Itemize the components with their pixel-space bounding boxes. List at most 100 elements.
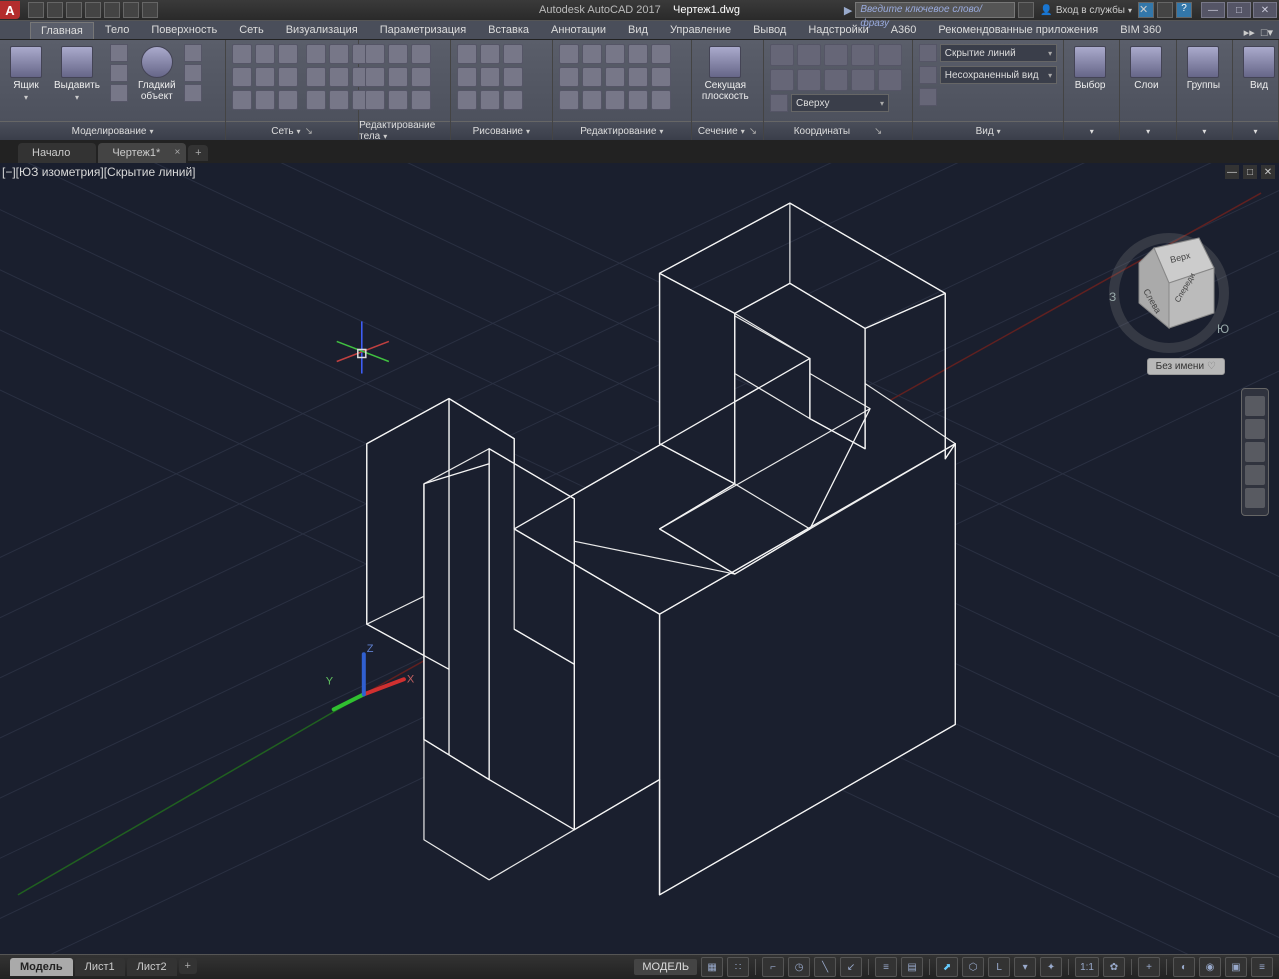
d7-icon[interactable] bbox=[457, 90, 477, 110]
top-view-icon[interactable] bbox=[770, 94, 788, 112]
tab-layout2[interactable]: Лист2 bbox=[127, 958, 177, 976]
workspace-switch[interactable]: ✿ bbox=[1103, 957, 1125, 977]
ucs1-icon[interactable] bbox=[770, 44, 794, 66]
intersect-icon[interactable] bbox=[278, 44, 298, 64]
qat-save-icon[interactable] bbox=[66, 2, 82, 18]
smooth-less-icon[interactable] bbox=[184, 64, 202, 82]
d8-icon[interactable] bbox=[480, 90, 500, 110]
clean-screen[interactable]: ▣ bbox=[1225, 957, 1247, 977]
app-logo-icon[interactable]: A bbox=[0, 1, 20, 19]
stretch-icon[interactable] bbox=[559, 90, 579, 110]
es5-icon[interactable] bbox=[388, 67, 408, 87]
add-layout-button[interactable]: + bbox=[179, 958, 197, 974]
es8-icon[interactable] bbox=[388, 90, 408, 110]
3dosnap-toggle[interactable]: ⬡ bbox=[962, 957, 984, 977]
extrude-button[interactable]: Выдавить▾ bbox=[50, 44, 104, 104]
es3-icon[interactable] bbox=[411, 44, 431, 64]
copy-icon[interactable] bbox=[559, 67, 579, 87]
hardware-accel[interactable]: ◉ bbox=[1199, 957, 1221, 977]
es7-icon[interactable] bbox=[365, 90, 385, 110]
union-icon[interactable] bbox=[232, 44, 252, 64]
circle-icon[interactable] bbox=[457, 67, 477, 87]
m7-icon[interactable] bbox=[232, 90, 252, 110]
tab-solid[interactable]: Тело bbox=[94, 21, 141, 39]
d9-icon[interactable] bbox=[503, 90, 523, 110]
ribbon-minimize-icon[interactable]: ▸▸ □▾ bbox=[1238, 26, 1279, 39]
panel-view-label[interactable]: Вид bbox=[976, 126, 1001, 137]
qat-undo-icon[interactable] bbox=[123, 2, 139, 18]
tab-output[interactable]: Вывод bbox=[742, 21, 797, 39]
fillet-icon[interactable] bbox=[605, 67, 625, 87]
tab-featured[interactable]: Рекомендованные приложения bbox=[927, 21, 1109, 39]
visual-style-dropdown[interactable]: Скрытие линий bbox=[940, 44, 1057, 62]
mod5-icon[interactable] bbox=[651, 44, 671, 64]
showmotion-icon[interactable] bbox=[1245, 488, 1265, 508]
mod9-icon[interactable] bbox=[628, 67, 648, 87]
model-view[interactable]: X Y Z bbox=[0, 163, 1279, 955]
dynamic-ucs[interactable]: L bbox=[988, 957, 1010, 977]
qat-plot-icon[interactable] bbox=[104, 2, 120, 18]
selection-button[interactable]: Выбор bbox=[1070, 44, 1110, 93]
vp-minimize-icon[interactable]: — bbox=[1225, 165, 1239, 179]
tab-mesh[interactable]: Сеть bbox=[228, 21, 274, 39]
panel-draw-label[interactable]: Рисование bbox=[473, 126, 530, 137]
help-icon[interactable]: ? bbox=[1176, 2, 1192, 18]
section-plane-button[interactable]: Секущая плоскость bbox=[698, 44, 753, 104]
isolate-objects[interactable]: ◐ bbox=[1173, 957, 1195, 977]
isodraft-toggle[interactable]: ╲ bbox=[814, 957, 836, 977]
m9-icon[interactable] bbox=[278, 90, 298, 110]
orbit-icon[interactable] bbox=[1245, 465, 1265, 485]
mod4-icon[interactable] bbox=[628, 44, 648, 64]
mod10-icon[interactable] bbox=[651, 67, 671, 87]
view-config-icon[interactable] bbox=[919, 88, 937, 106]
m17-icon[interactable] bbox=[329, 90, 349, 110]
ucs7-icon[interactable] bbox=[797, 69, 821, 91]
arc-icon[interactable] bbox=[503, 44, 523, 64]
tab-home[interactable]: Главная bbox=[30, 22, 94, 39]
add-tab-button[interactable]: + bbox=[188, 145, 208, 161]
ucs9-icon[interactable] bbox=[851, 69, 875, 91]
line-icon[interactable] bbox=[457, 44, 477, 64]
gizmo-toggle[interactable]: ✦ bbox=[1040, 957, 1062, 977]
move-icon[interactable] bbox=[559, 44, 579, 64]
tab-a360[interactable]: A360 bbox=[880, 21, 928, 39]
saved-view-dropdown[interactable]: Несохраненный вид bbox=[940, 66, 1057, 84]
revolve-icon[interactable] bbox=[110, 44, 128, 62]
ucs5-icon[interactable] bbox=[878, 44, 902, 66]
sweep-icon[interactable] bbox=[110, 84, 128, 102]
rotate-icon[interactable] bbox=[582, 44, 602, 64]
play-icon[interactable]: ▶ bbox=[844, 4, 852, 17]
tab-bim360[interactable]: BIM 360 bbox=[1109, 21, 1172, 39]
panel-coords-label[interactable]: Координаты bbox=[794, 126, 850, 137]
smooth-object-button[interactable]: Гладкий объект bbox=[134, 44, 180, 104]
ucs8-icon[interactable] bbox=[824, 69, 848, 91]
tab-parametric[interactable]: Параметризация bbox=[369, 21, 477, 39]
signin-button[interactable]: 👤 Вход в службы ▾ bbox=[1037, 5, 1135, 16]
es2-icon[interactable] bbox=[388, 44, 408, 64]
tab-manage[interactable]: Управление bbox=[659, 21, 742, 39]
tab-addins[interactable]: Надстройки bbox=[797, 21, 879, 39]
panel-modify-label[interactable]: Редактирование bbox=[580, 126, 663, 137]
panel-modeling-label[interactable]: Моделирование bbox=[72, 126, 154, 137]
pline-icon[interactable] bbox=[480, 44, 500, 64]
m5-icon[interactable] bbox=[255, 67, 275, 87]
tab-start[interactable]: Начало bbox=[18, 143, 96, 163]
m10-icon[interactable] bbox=[306, 44, 326, 64]
osnap-toggle[interactable]: ↙ bbox=[840, 957, 862, 977]
customize-status[interactable]: ≡ bbox=[1251, 957, 1273, 977]
tab-model[interactable]: Модель bbox=[10, 958, 73, 976]
selection-filter[interactable]: ▾ bbox=[1014, 957, 1036, 977]
m6-icon[interactable] bbox=[278, 67, 298, 87]
es6-icon[interactable] bbox=[411, 67, 431, 87]
annotation-scale[interactable]: 1:1 bbox=[1075, 957, 1099, 977]
loft-icon[interactable] bbox=[110, 64, 128, 82]
fullnav-icon[interactable] bbox=[1245, 396, 1265, 416]
drawing-area[interactable]: [−][ЮЗ изометрия][Скрытие линий] — □ ✕ bbox=[0, 163, 1279, 955]
crease-icon[interactable] bbox=[184, 84, 202, 102]
snap-toggle[interactable]: ∷ bbox=[727, 957, 749, 977]
box-button[interactable]: Ящик▾ bbox=[6, 44, 46, 104]
qat-redo-icon[interactable] bbox=[142, 2, 158, 18]
ucs3-icon[interactable] bbox=[824, 44, 848, 66]
scale-icon[interactable] bbox=[582, 90, 602, 110]
array-icon[interactable] bbox=[605, 90, 625, 110]
